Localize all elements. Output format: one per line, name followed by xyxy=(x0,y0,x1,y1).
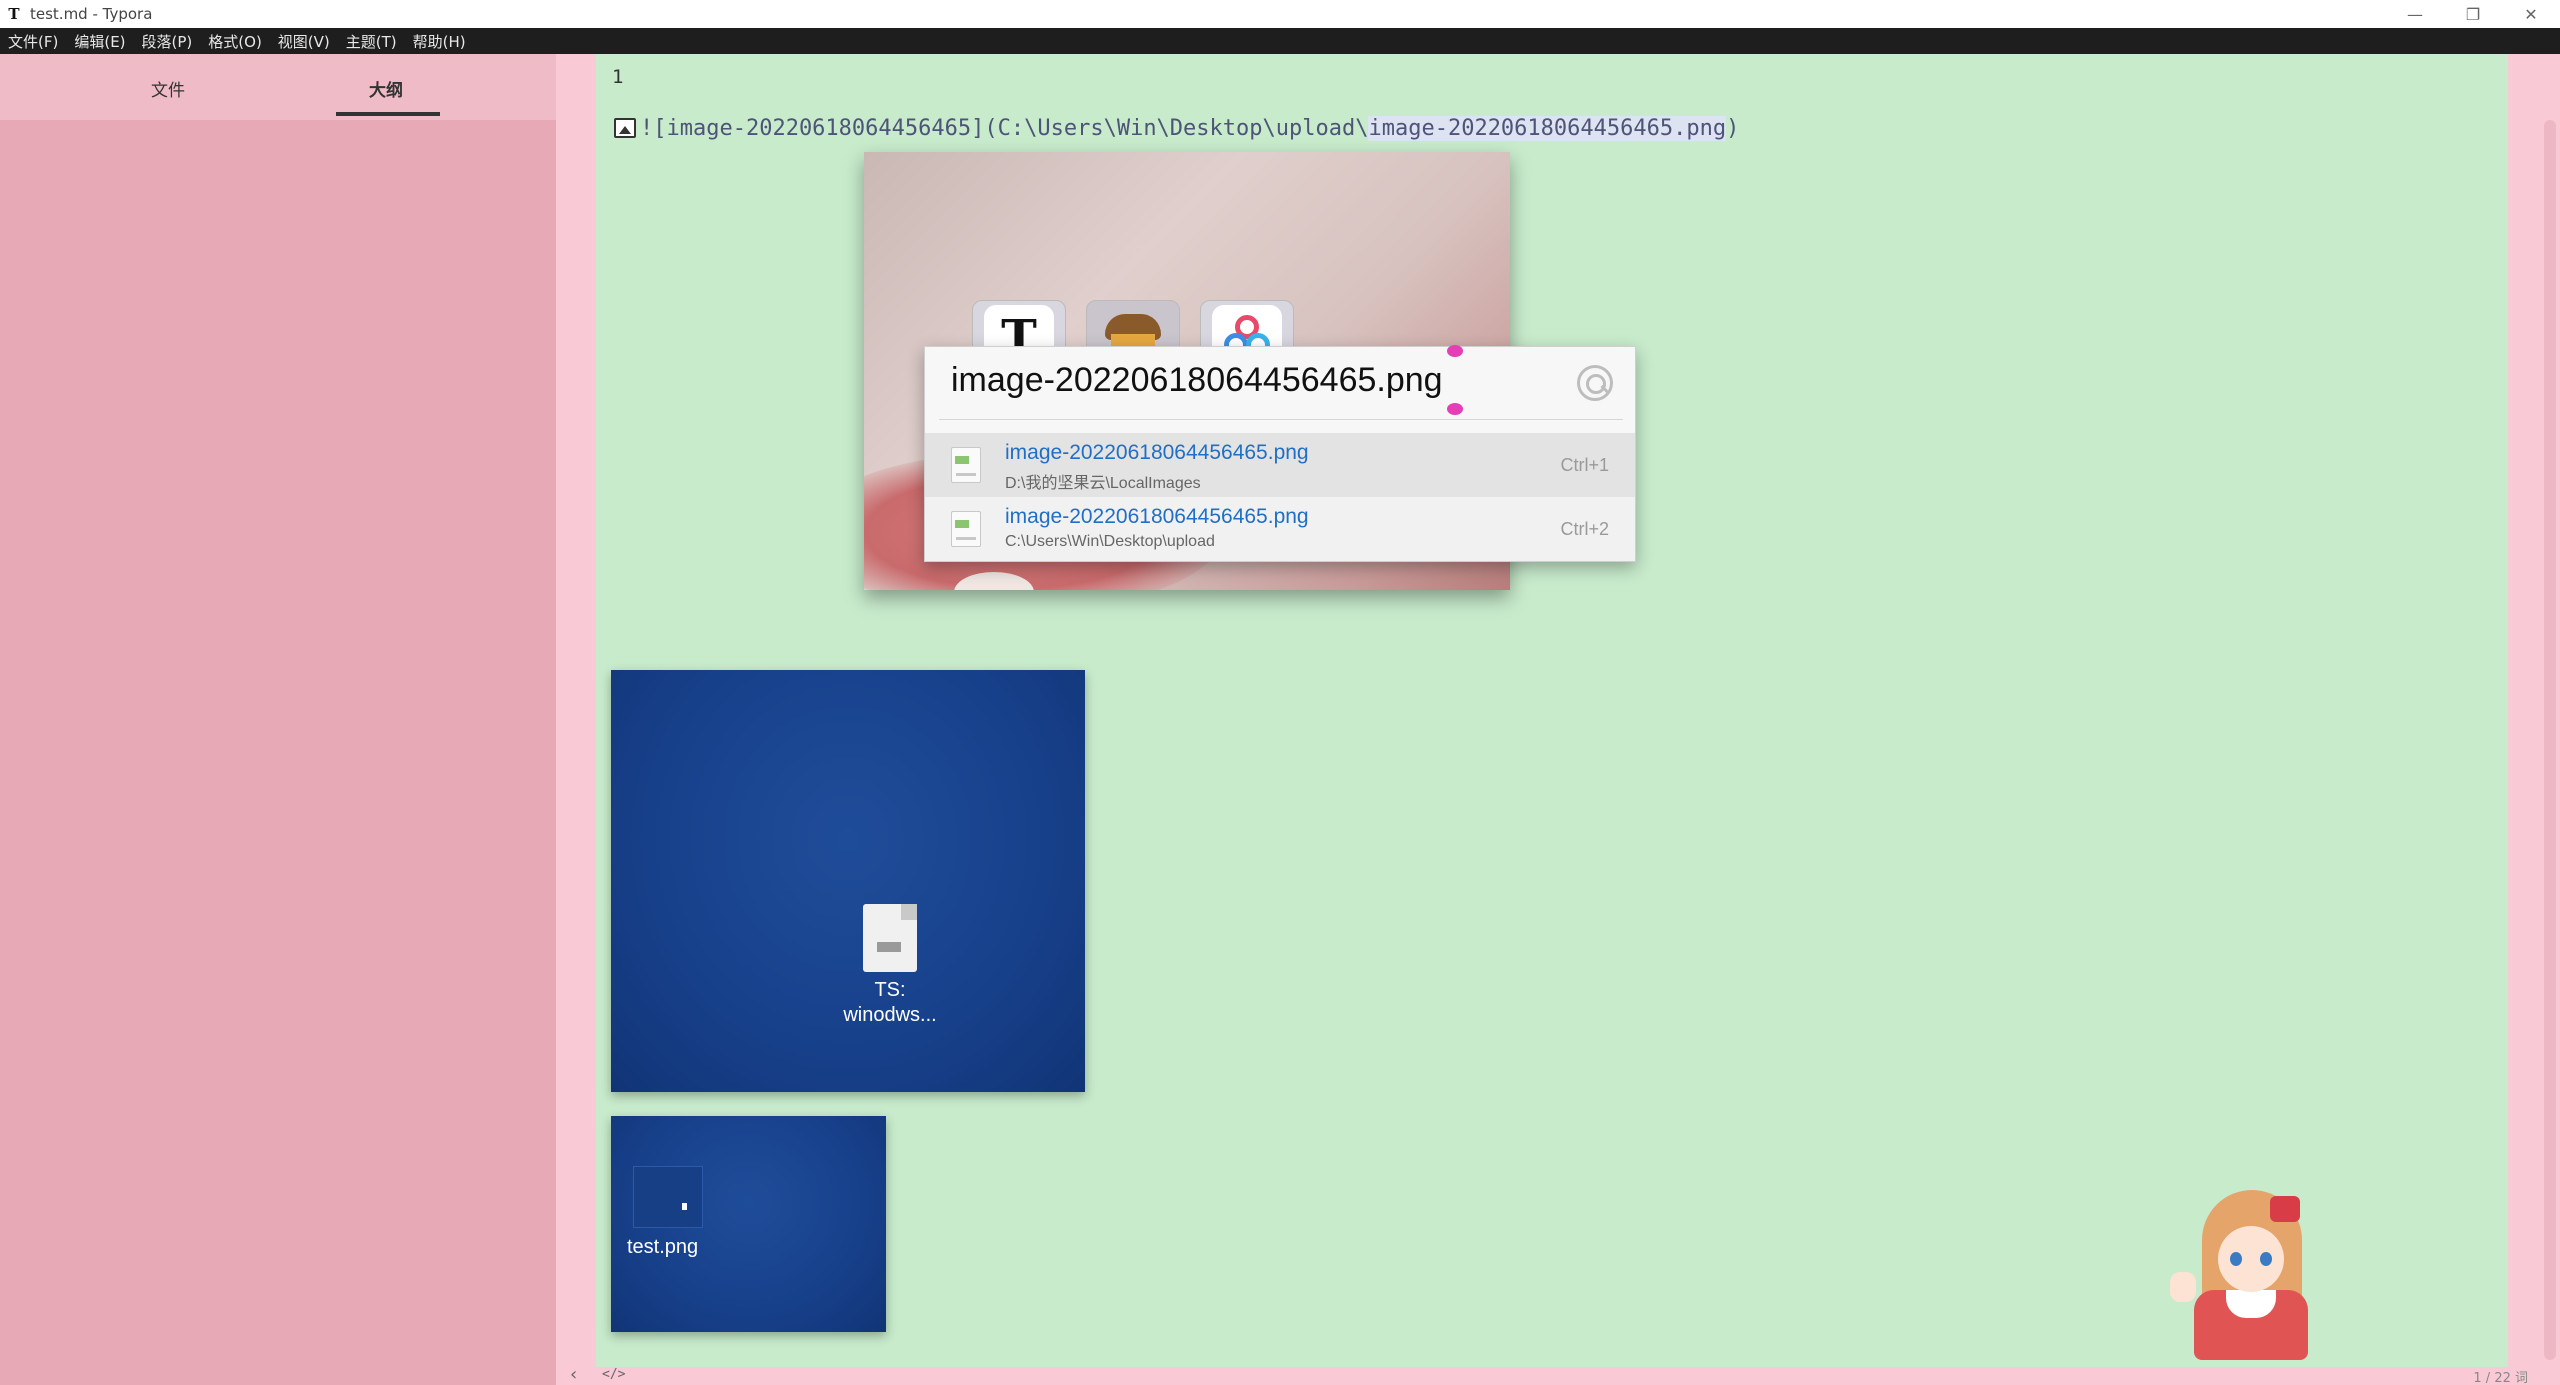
selection-handle-top[interactable] xyxy=(1447,345,1463,357)
paragraph-text[interactable]: 1 xyxy=(612,66,623,88)
tab-files[interactable]: 文件 xyxy=(151,76,185,101)
scrollbar-thumb[interactable] xyxy=(2544,120,2556,1360)
window-title: test.md - Typora xyxy=(30,5,153,23)
selection-handle-bottom[interactable] xyxy=(1447,403,1463,415)
image-icon xyxy=(614,118,636,138)
menu-theme[interactable]: 主题(T) xyxy=(346,31,397,52)
close-button[interactable]: ✕ xyxy=(2502,0,2560,28)
desktop-screenshot-image-small[interactable]: test.png xyxy=(611,1116,886,1332)
source-code-toggle-icon[interactable]: </> xyxy=(602,1367,625,1382)
document-file-icon xyxy=(863,904,917,972)
status-bar: ‹ </> 1 / 22 词 xyxy=(556,1364,2560,1385)
result-path: C:\Users\Win\Desktop\upload xyxy=(1005,533,1215,550)
menu-paragraph[interactable]: 段落(P) xyxy=(142,31,193,52)
maximize-button[interactable]: ❐ xyxy=(2444,0,2502,28)
markdown-image-source[interactable]: ![image-20220618064456465](C:\Users\Win\… xyxy=(614,116,1739,141)
back-icon[interactable]: ‹ xyxy=(570,1364,577,1385)
word-count[interactable]: 1 / 22 词 xyxy=(2473,1367,2528,1385)
result-shortcut: Ctrl+2 xyxy=(1560,519,1609,539)
search-icon[interactable] xyxy=(1577,365,1613,401)
png-file-icon xyxy=(951,511,981,547)
menu-file[interactable]: 文件(F) xyxy=(8,31,58,52)
markdown-source-selection[interactable]: image-20220618064456465.png xyxy=(1368,116,1727,141)
result-path: D:\我的坚果云\LocalImages xyxy=(1005,475,1201,492)
png-thumbnail-icon xyxy=(633,1166,703,1228)
search-result-item[interactable]: image-20220618064456465.png D:\我的坚果云\Loc… xyxy=(925,433,1635,497)
menu-edit[interactable]: 编辑(E) xyxy=(74,31,125,52)
divider xyxy=(939,419,1623,420)
menu-help[interactable]: 帮助(H) xyxy=(413,31,466,52)
search-result-item[interactable]: image-20220618064456465.png C:\Users\Win… xyxy=(925,497,1635,561)
markdown-source-text[interactable]: ![image-20220618064456465](C:\Users\Win\… xyxy=(640,116,1368,141)
active-tab-indicator xyxy=(336,112,440,116)
typora-app-icon: T xyxy=(8,5,20,23)
menu-bar: 文件(F) 编辑(E) 段落(P) 格式(O) 视图(V) 主题(T) 帮助(H… xyxy=(0,28,2560,54)
anime-mascot xyxy=(2166,1190,2336,1360)
png-file-icon xyxy=(951,447,981,483)
menu-view[interactable]: 视图(V) xyxy=(278,31,330,52)
result-shortcut: Ctrl+1 xyxy=(1560,455,1609,475)
title-bar: T test.md - Typora — ❐ ✕ xyxy=(0,0,2560,28)
tab-outline[interactable]: 大纲 xyxy=(369,76,403,101)
sidebar-tabs: 文件 大纲 xyxy=(0,54,556,120)
menu-format[interactable]: 格式(O) xyxy=(208,31,262,52)
minimize-button[interactable]: — xyxy=(2386,0,2444,28)
desktop-file-label: TS: winodws... xyxy=(843,979,937,1026)
desktop-file-label: test.png xyxy=(627,1236,699,1258)
desktop-screenshot-image[interactable]: TS: winodws... xyxy=(611,670,1085,1092)
result-name[interactable]: image-20220618064456465.png xyxy=(1005,441,1309,465)
markdown-source-end[interactable]: ) xyxy=(1726,116,1739,141)
result-name[interactable]: image-20220618064456465.png xyxy=(1005,505,1309,529)
search-input[interactable]: image-20220618064456465.png xyxy=(951,361,1443,400)
file-search-popup: image-20220618064456465.png image-202206… xyxy=(924,345,1636,562)
sidebar: 文件 大纲 xyxy=(0,54,556,1385)
